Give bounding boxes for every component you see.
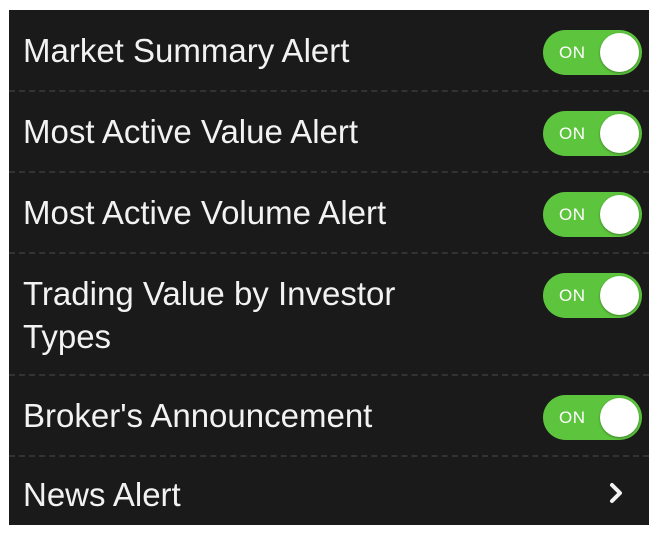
settings-row-label: Market Summary Alert (23, 32, 350, 69)
settings-row-most-active-value-alert: Most Active Value Alert ON (9, 91, 649, 171)
toggle-state-label: ON (559, 124, 586, 143)
most-active-volume-alert-toggle[interactable]: ON (543, 192, 642, 237)
most-active-value-alert-toggle[interactable]: ON (543, 111, 642, 156)
toggle-state-label: ON (559, 43, 586, 62)
toggle-knob (600, 114, 639, 153)
toggle-knob (600, 276, 639, 315)
settings-row-label: Trading Value by Investor Types (23, 275, 396, 355)
settings-row-news-alert[interactable]: News Alert (9, 456, 649, 525)
toggle-knob (600, 33, 639, 72)
alert-settings-list: Market Summary Alert ON Most Active Valu… (9, 10, 649, 525)
settings-row-label: Most Active Value Alert (23, 113, 359, 150)
settings-row-label: News Alert (23, 476, 181, 513)
settings-row-market-summary-alert: Market Summary Alert ON (9, 10, 649, 90)
settings-row-most-active-volume-alert: Most Active Volume Alert ON (9, 172, 649, 252)
toggle-state-label: ON (559, 408, 586, 427)
toggle-knob (600, 398, 639, 437)
settings-row-brokers-announcement: Broker's Announcement ON (9, 375, 649, 455)
toggle-state-label: ON (559, 205, 586, 224)
toggle-state-label: ON (559, 286, 586, 305)
chevron-right-icon[interactable] (606, 478, 628, 508)
settings-row-label: Broker's Announcement (23, 397, 373, 434)
settings-row-trading-value-by-investor-types: Trading Value by Investor Types ON (9, 253, 649, 374)
brokers-announcement-toggle[interactable]: ON (543, 395, 642, 440)
trading-value-by-investor-types-toggle[interactable]: ON (543, 273, 642, 318)
market-summary-alert-toggle[interactable]: ON (543, 30, 642, 75)
toggle-knob (600, 195, 639, 234)
settings-row-label: Most Active Volume Alert (23, 194, 387, 231)
